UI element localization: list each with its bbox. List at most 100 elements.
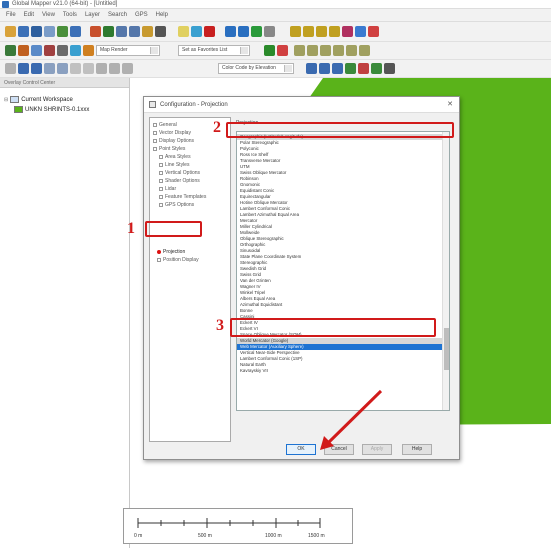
open-folder-icon[interactable]: [5, 26, 16, 37]
previous-view-icon[interactable]: [142, 26, 153, 37]
zoom-in-icon[interactable]: [116, 26, 127, 37]
close-icon[interactable]: ✕: [447, 97, 453, 113]
expand-icon: [153, 131, 157, 135]
scale-label-1500: 1500 m: [308, 533, 325, 539]
nav-shader-options[interactable]: Shader Options: [159, 178, 200, 184]
projection-option[interactable]: Kavrayskiy VII: [240, 368, 268, 374]
render-mode-select[interactable]: Map Render: [96, 45, 160, 56]
measure-distance-icon[interactable]: [319, 63, 330, 74]
menu-edit[interactable]: Edit: [24, 12, 34, 18]
paste-icon[interactable]: [122, 63, 133, 74]
layer-checkbox-icon[interactable]: [14, 106, 23, 113]
camera-icon[interactable]: [384, 63, 395, 74]
tree-layer[interactable]: UNKN SHRINTS-0.1xxx: [14, 106, 89, 113]
path-profile-icon[interactable]: [238, 26, 249, 37]
scrollbar-thumb[interactable]: [444, 328, 449, 370]
save-icon[interactable]: [31, 26, 42, 37]
pan-icon[interactable]: [103, 26, 114, 37]
view-shed-icon[interactable]: [251, 26, 262, 37]
offset-tool-icon[interactable]: [346, 45, 357, 56]
menu-view[interactable]: View: [42, 12, 55, 18]
export-icon[interactable]: [57, 26, 68, 37]
terrain-icon[interactable]: [371, 63, 382, 74]
edit-vertex-icon[interactable]: [342, 26, 353, 37]
cut-icon[interactable]: [96, 63, 107, 74]
projection-list-scrollbar[interactable]: [442, 132, 449, 410]
nav-projection[interactable]: Projection: [157, 249, 185, 255]
trace-tool-icon[interactable]: [359, 45, 370, 56]
nav-lidar[interactable]: Lidar: [159, 186, 176, 192]
nav-point-styles[interactable]: Point Styles: [153, 146, 185, 152]
menu-tools[interactable]: Tools: [63, 12, 77, 18]
tree-workspace[interactable]: ⊟ Current Workspace: [4, 96, 73, 103]
rotate-icon[interactable]: [31, 63, 42, 74]
grid-icon[interactable]: [5, 45, 16, 56]
feature-info-icon[interactable]: [18, 63, 29, 74]
workspace-icon[interactable]: [70, 26, 81, 37]
nav-line-styles[interactable]: Line Styles: [159, 162, 189, 168]
delete-icon[interactable]: [204, 26, 215, 37]
layer-list-select[interactable]: Set as Favorites List: [178, 45, 250, 56]
area-icon[interactable]: [332, 63, 343, 74]
nav-vector-display[interactable]: Vector Display: [153, 130, 191, 136]
zoom-out-icon[interactable]: [129, 26, 140, 37]
water-icon[interactable]: [70, 45, 81, 56]
digitizer-icon[interactable]: [290, 26, 301, 37]
projection-list[interactable]: Geographic (Latitude/Longitude) Polar St…: [236, 131, 450, 411]
apply-button[interactable]: Apply: [362, 444, 392, 455]
move-icon[interactable]: [355, 26, 366, 37]
line-tool-icon[interactable]: [294, 45, 305, 56]
cancel-button[interactable]: Cancel: [324, 444, 354, 455]
globe-icon[interactable]: [18, 26, 29, 37]
redo-icon[interactable]: [83, 63, 94, 74]
draw-icon[interactable]: [306, 63, 317, 74]
shader-icon[interactable]: [31, 45, 42, 56]
scale-label-500: 500 m: [198, 533, 212, 539]
nav-vertical-options[interactable]: Vertical Options: [159, 170, 200, 176]
measure-icon[interactable]: [191, 26, 202, 37]
expand-icon[interactable]: ⊟: [4, 97, 8, 103]
full-view-icon[interactable]: [155, 26, 166, 37]
undo-icon[interactable]: [70, 63, 81, 74]
nav-general[interactable]: General: [153, 122, 177, 128]
gps-icon[interactable]: [264, 45, 275, 56]
contour-icon[interactable]: [18, 45, 29, 56]
copy-icon[interactable]: [109, 63, 120, 74]
nav-position-display[interactable]: Position Display: [157, 257, 199, 263]
vertical-icon[interactable]: [44, 45, 55, 56]
menu-help[interactable]: Help: [156, 12, 168, 18]
pin-icon[interactable]: [277, 45, 288, 56]
curve-tool-icon[interactable]: [320, 45, 331, 56]
split-icon[interactable]: [368, 26, 379, 37]
elevation-icon[interactable]: [345, 63, 356, 74]
pencil-icon[interactable]: [178, 26, 189, 37]
color-code-select[interactable]: Color Code by Elevation: [218, 63, 294, 74]
table-icon[interactable]: [57, 45, 68, 56]
menu-layer[interactable]: Layer: [85, 12, 100, 18]
bullet-icon: [157, 250, 161, 254]
snap-icon[interactable]: [57, 63, 68, 74]
nav-display-options[interactable]: Display Options: [153, 138, 194, 144]
zoom-box-icon[interactable]: [90, 26, 101, 37]
hillshade-icon[interactable]: [83, 45, 94, 56]
create-point-icon[interactable]: [303, 26, 314, 37]
create-area-icon[interactable]: [329, 26, 340, 37]
nav-gps-options[interactable]: GPS Options: [159, 202, 194, 208]
polyline-tool-icon[interactable]: [307, 45, 318, 56]
menu-search[interactable]: Search: [108, 12, 127, 18]
help-button[interactable]: Help: [402, 444, 432, 455]
nav-feature-templates[interactable]: Feature Templates: [159, 194, 206, 200]
ok-button[interactable]: OK: [286, 444, 316, 455]
layers-icon[interactable]: [44, 26, 55, 37]
annotation-number-1: 1: [127, 220, 135, 237]
select-icon[interactable]: [5, 63, 16, 74]
flag-icon[interactable]: [358, 63, 369, 74]
nav-area-styles[interactable]: Area Styles: [159, 154, 191, 160]
add-icon[interactable]: [44, 63, 55, 74]
info-icon[interactable]: [225, 26, 236, 37]
3d-view-icon[interactable]: [264, 26, 275, 37]
arc-tool-icon[interactable]: [333, 45, 344, 56]
menu-file[interactable]: File: [6, 12, 16, 18]
menu-gps[interactable]: GPS: [135, 12, 148, 18]
create-line-icon[interactable]: [316, 26, 327, 37]
